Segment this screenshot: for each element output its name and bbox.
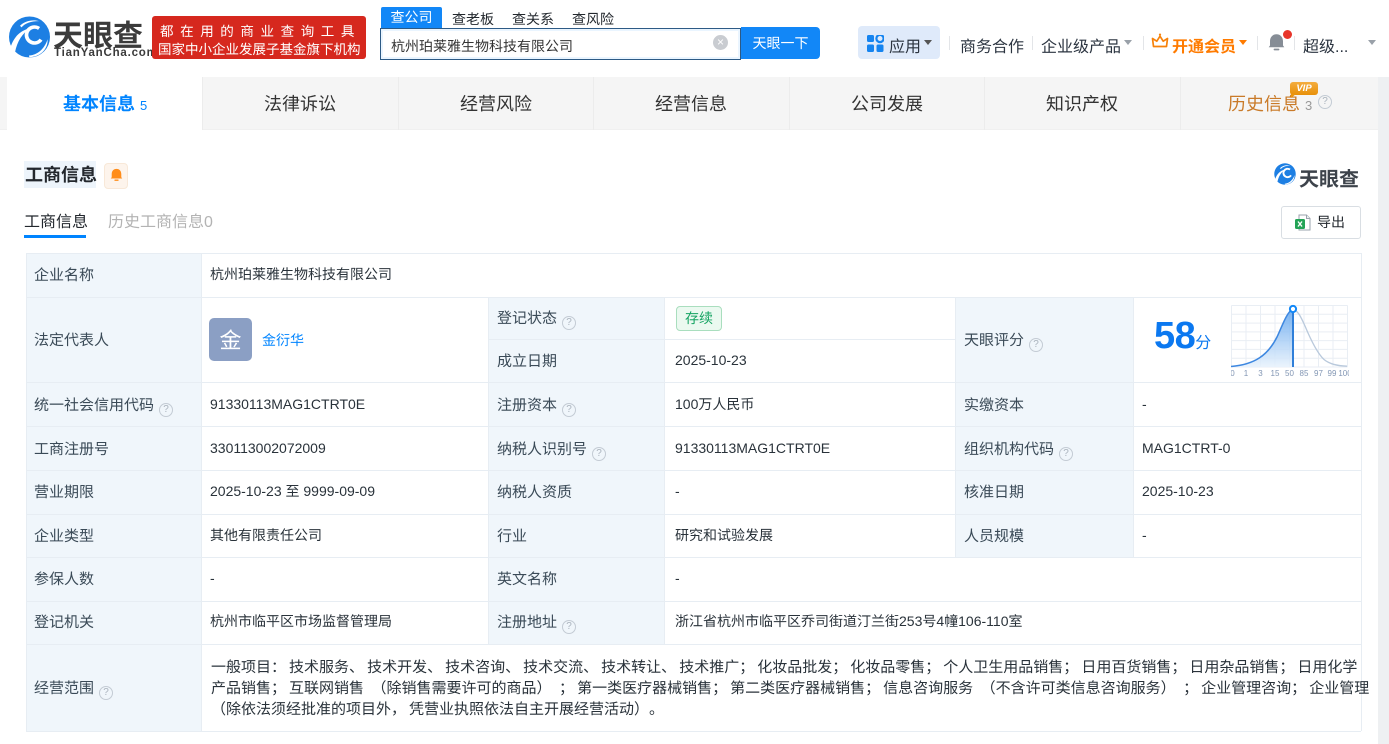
svg-text:1: 1	[1244, 369, 1249, 378]
svg-text:0: 0	[1231, 369, 1235, 378]
svg-text:3: 3	[1258, 369, 1263, 378]
svg-text:99: 99	[1328, 369, 1337, 378]
svg-text:100: 100	[1338, 369, 1349, 378]
svg-text:50: 50	[1285, 369, 1294, 378]
svg-text:15: 15	[1271, 369, 1280, 378]
svg-text:85: 85	[1300, 369, 1309, 378]
svg-text:97: 97	[1314, 369, 1323, 378]
